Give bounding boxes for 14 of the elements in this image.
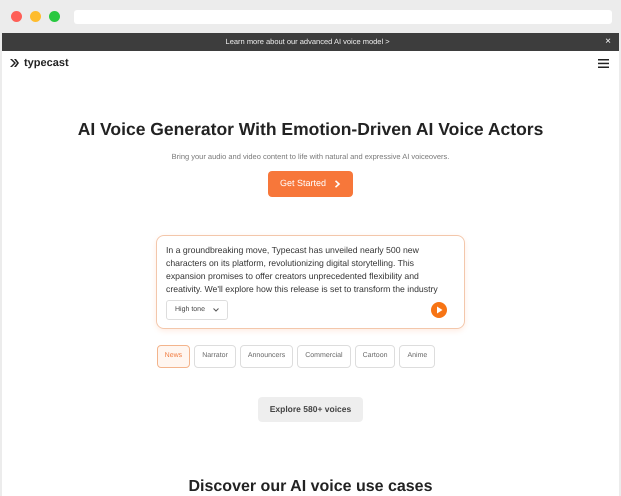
logo-icon [9, 58, 20, 68]
hero-title: AI Voice Generator With Emotion-Driven AI Voice Actors [76, 119, 544, 140]
chevron-right-icon [334, 180, 342, 188]
maximize-window-button[interactable] [49, 11, 60, 22]
section-title: Discover our AI voice use cases [188, 478, 434, 496]
caret-icon [212, 308, 219, 312]
play-button[interactable] [431, 302, 447, 318]
sample-text: In a groundbreaking move, Typecast has unveiled nearly 500 new characters on its platform, revolutionizing digital storytelling. This expansion promises to offer creators unprecedented flexibility and creativity. We'll explore how this release is set to transform the industry [166, 244, 439, 296]
close-button[interactable]: × [605, 37, 611, 47]
minimize-window-button[interactable] [30, 11, 41, 22]
logo-text[interactable]: typecast [24, 54, 69, 72]
explore-voices-button[interactable]: Explore 580+ voices [258, 396, 364, 422]
menu-icon[interactable] [598, 58, 609, 68]
close-window-button[interactable] [11, 11, 22, 22]
